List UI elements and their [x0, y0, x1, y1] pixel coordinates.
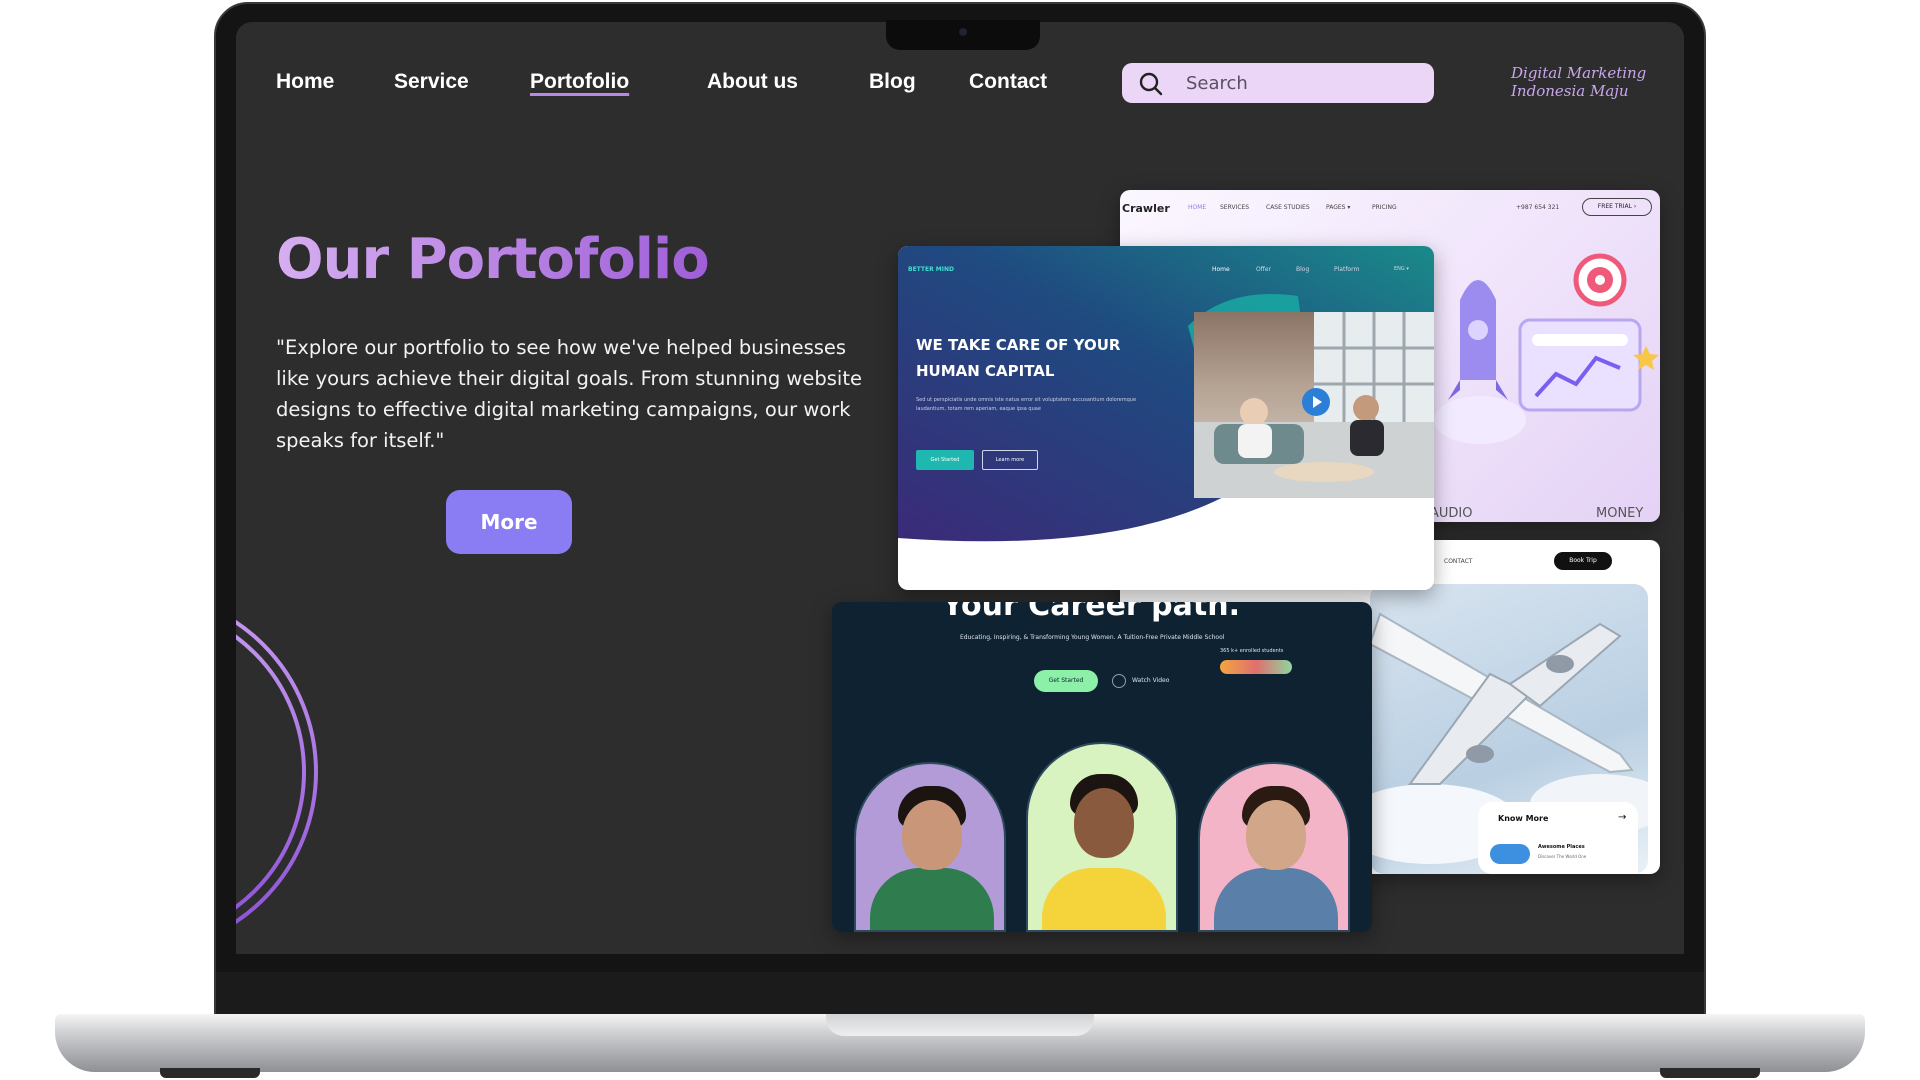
career-play-icon[interactable]: [1112, 674, 1126, 688]
nav-portofolio[interactable]: Portofolio: [530, 70, 629, 94]
more-button[interactable]: More: [446, 490, 572, 554]
brand-logo[interactable]: Digital Marketing Indonesia Maju: [1511, 64, 1661, 100]
know-more-link[interactable]: Know More: [1498, 814, 1548, 823]
student-portrait-1: [854, 762, 1006, 932]
play-video-button[interactable]: [1302, 388, 1330, 416]
better-mind-logo: BETTER MIND: [908, 266, 955, 273]
nav-contact[interactable]: Contact: [969, 70, 1047, 94]
portfolio-card-better-mind[interactable]: BETTER MIND Home Offer Blog Platform ENG…: [898, 246, 1434, 590]
better-get-started-button[interactable]: Get Started: [916, 450, 974, 470]
travel-info-panel: Know More → Awesome Places Discover The …: [1478, 802, 1638, 874]
crawler-menu-services[interactable]: SERVICES: [1220, 204, 1249, 211]
laptop-foot-left: [160, 1068, 260, 1078]
search-input[interactable]: [1186, 63, 1416, 103]
student-portrait-2: [1026, 742, 1178, 932]
crawler-bottom-label-left: AUDIO: [1430, 506, 1473, 521]
rocket-dashboard-illustration: [1434, 253, 1659, 444]
crawler-bottom-label-right: MONEY: [1596, 506, 1644, 521]
laptop-opening-notch: [826, 1014, 1094, 1036]
career-tagline: Educating, Inspiring, & Transforming You…: [960, 634, 1225, 641]
career-headline: Your Career path.: [942, 602, 1240, 623]
laptop-foot-right: [1660, 1068, 1760, 1078]
play-icon: [1313, 396, 1322, 408]
crawler-menu-case-studies[interactable]: CASE STUDIES: [1266, 204, 1310, 211]
decorative-arcs: [236, 619, 318, 925]
better-menu-home[interactable]: Home: [1212, 266, 1230, 273]
brand-line-1: Digital Marketing: [1511, 64, 1647, 82]
places-subtitle: Discover The World One: [1538, 854, 1587, 859]
camera-icon: [959, 28, 967, 36]
laptop-bezel-bottom: [216, 972, 1704, 1016]
better-menu-offer[interactable]: Offer: [1256, 266, 1271, 273]
hero-description: "Explore our portfolio to see how we've …: [276, 336, 862, 452]
crawler-free-trial-button[interactable]: FREE TRIAL ›: [1582, 198, 1652, 216]
airplane-photo: Know More → Awesome Places Discover The …: [1370, 584, 1648, 874]
crawler-logo: Crawler: [1122, 202, 1170, 215]
better-learn-more-button[interactable]: Learn more: [982, 450, 1038, 470]
better-menu-blog[interactable]: Blog: [1296, 266, 1309, 273]
crawler-menu-pricing[interactable]: PRICING: [1372, 204, 1397, 211]
nav-home[interactable]: Home: [276, 70, 334, 94]
career-student-avatars: [1220, 660, 1292, 674]
career-watch-video-link[interactable]: Watch Video: [1132, 677, 1169, 684]
career-enrolled-count: 365 k+ enrolled students: [1220, 648, 1284, 654]
travel-book-trip-button[interactable]: Book Trip: [1554, 552, 1612, 570]
portfolio-card-career[interactable]: Your Career path. Educating, Inspiring, …: [832, 602, 1372, 932]
laptop-screen: Home Service Portofolio About us Blog Co…: [236, 22, 1684, 954]
better-menu-platform[interactable]: Platform: [1334, 266, 1359, 273]
better-lang-select[interactable]: ENG ▾: [1394, 266, 1409, 272]
search-icon: [1139, 72, 1163, 96]
camera-notch: [886, 20, 1040, 50]
better-headline-2: HUMAN CAPITAL: [916, 362, 1055, 380]
travel-menu-contact[interactable]: CONTACT: [1444, 558, 1472, 565]
better-headline-1: WE TAKE CARE OF YOUR: [916, 336, 1121, 354]
career-get-started-button[interactable]: Get Started: [1034, 670, 1098, 692]
office-photo: [1194, 312, 1434, 498]
search-bar[interactable]: [1122, 63, 1434, 103]
crawler-phone: +987 654 321: [1516, 204, 1560, 211]
crawler-menu-pages[interactable]: PAGES ▾: [1326, 204, 1350, 211]
student-portrait-3: [1198, 762, 1350, 932]
brand-line-2: Indonesia Maju: [1511, 82, 1629, 100]
arrow-right-icon[interactable]: →: [1618, 812, 1626, 823]
page-title: Our Portofolio: [276, 227, 710, 292]
laptop-mockup: Home Service Portofolio About us Blog Co…: [0, 0, 1920, 1080]
places-avatars: [1490, 844, 1530, 864]
better-body-text: Sed ut perspiciatis unde omnis iste natu…: [916, 397, 1137, 412]
nav-blog[interactable]: Blog: [869, 70, 916, 94]
nav-service[interactable]: Service: [394, 70, 469, 94]
places-title: Awesome Places: [1538, 844, 1585, 850]
nav-about-us[interactable]: About us: [707, 70, 798, 94]
crawler-menu-home[interactable]: HOME: [1188, 204, 1206, 211]
